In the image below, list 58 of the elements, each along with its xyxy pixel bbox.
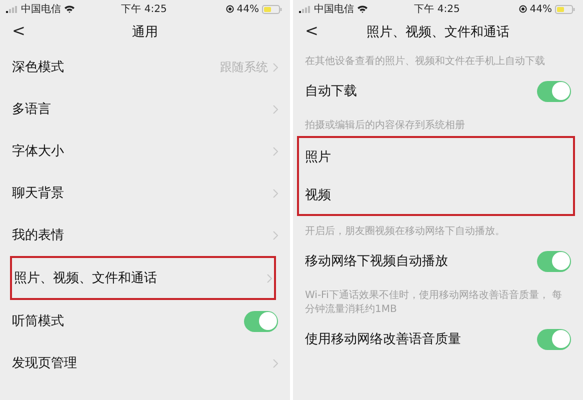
settings-row[interactable]: 照片、视频、文件和通话	[10, 256, 276, 300]
signal-icon	[299, 6, 311, 12]
settings-row[interactable]: 自动下载	[293, 72, 583, 110]
toggle-switch[interactable]	[537, 250, 571, 272]
chevron-icon	[273, 62, 278, 72]
status-time: 下午 4:25	[414, 3, 460, 16]
page-title: 通用	[132, 24, 158, 41]
wifi-icon	[357, 5, 368, 13]
toggle-switch[interactable]	[244, 310, 278, 332]
chevron-icon	[273, 188, 278, 198]
settings-row[interactable]: 移动网络下视频自动播放	[293, 242, 583, 280]
battery-percent: 44%	[236, 4, 259, 14]
row-value: 跟随系统	[220, 58, 268, 76]
carrier-name: 中国电信	[314, 2, 354, 16]
carrier-name: 中国电信	[21, 2, 61, 16]
row-label: 字体大小	[12, 143, 64, 160]
row-label: 我的表情	[12, 227, 64, 244]
settings-row[interactable]: 我的表情	[0, 214, 290, 256]
chevron-icon	[267, 274, 272, 282]
chevron-icon	[273, 358, 278, 368]
row-label: 发现页管理	[12, 355, 77, 372]
settings-row[interactable]: 使用移动网络改善语音质量	[293, 320, 583, 358]
settings-item[interactable]: 照片	[299, 138, 573, 176]
settings-row[interactable]: 字体大小	[0, 130, 290, 172]
battery-icon	[554, 4, 575, 14]
row-label: 深色模式	[12, 59, 64, 76]
row-label: 聊天背景	[12, 185, 64, 202]
orientation-lock-icon	[226, 5, 234, 13]
back-button[interactable]: <	[305, 21, 318, 41]
section-caption: 开启后，朋友圈视频在移动网络下自动播放。	[304, 224, 506, 239]
page-title: 照片、视频、文件和通话	[366, 24, 510, 41]
status-time: 下午 4:25	[121, 3, 167, 16]
row-label: 照片、视频、文件和通话	[14, 270, 157, 287]
settings-row[interactable]: 多语言	[0, 88, 290, 130]
section-caption: 在其他设备查看的照片、视频和文件在手机上自动下载	[304, 54, 546, 69]
signal-icon	[6, 6, 18, 12]
settings-row[interactable]: 深色模式 跟随系统	[0, 46, 290, 88]
toggle-switch[interactable]	[537, 328, 571, 350]
battery-icon	[262, 4, 282, 14]
battery-percent: 44%	[530, 4, 552, 14]
settings-row[interactable]: 聊天背景	[0, 172, 290, 214]
row-label: 听筒模式	[12, 313, 64, 330]
chevron-icon	[273, 104, 278, 114]
row-label: 移动网络下视频自动播放	[305, 253, 448, 270]
settings-row[interactable]: 发现页管理	[0, 342, 290, 384]
wifi-icon	[64, 5, 75, 13]
chevron-icon	[273, 230, 278, 240]
row-label: 使用移动网络改善语音质量	[305, 331, 461, 348]
orientation-lock-icon	[518, 5, 527, 13]
toggle-switch[interactable]	[537, 80, 571, 102]
back-button[interactable]: <	[12, 21, 26, 41]
settings-row[interactable]: 听筒模式	[0, 300, 290, 342]
row-label: 自动下载	[305, 83, 357, 100]
section-caption: 拍摄或编辑后的内容保存到系统相册	[304, 118, 466, 133]
row-label: 多语言	[12, 101, 51, 118]
chevron-icon	[273, 146, 278, 156]
settings-item[interactable]: 视频	[299, 176, 573, 214]
section-caption: Wi-Fi下通话效果不佳时，使用移动网络改善语音质量， 每分钟流量消耗约1MB	[304, 288, 564, 317]
